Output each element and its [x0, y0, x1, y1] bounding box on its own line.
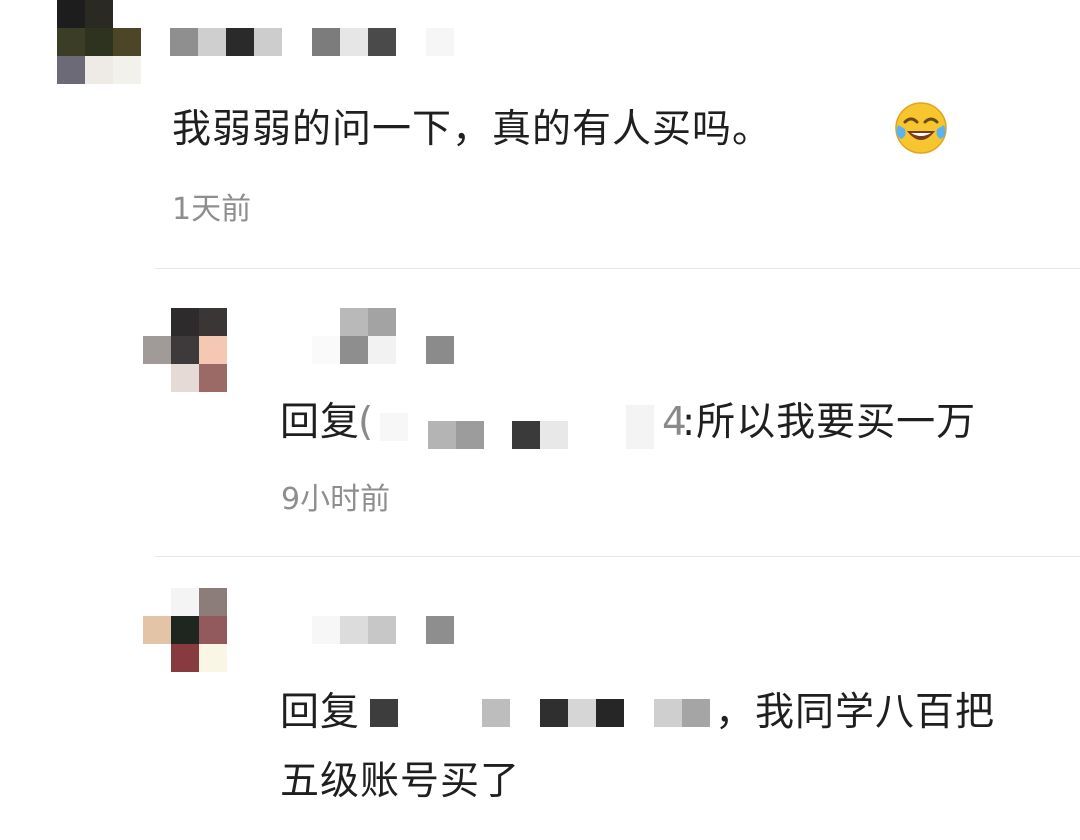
reply-text-line2: 五级账号买了 [280, 759, 521, 804]
reply-time: 9小时前 [281, 482, 391, 517]
comment-text: 我弱弱的问一下，真的有人买吗。 [172, 107, 773, 152]
username-redacted[interactable] [312, 616, 462, 644]
reply-paren: ( [358, 400, 375, 445]
reply-text-line1: ，我同学八百把 [715, 690, 996, 735]
divider [155, 556, 1080, 557]
reply-text: :所以我要买一万 [682, 400, 977, 445]
reply-prefix: 回复 [280, 400, 361, 445]
tears-of-joy-emoji-icon [895, 102, 947, 154]
mention-redacted[interactable] [358, 697, 718, 729]
comment-time: 1天前 [172, 192, 252, 227]
reply-prefix: 回复 [280, 690, 361, 735]
mention-redacted[interactable] [380, 405, 665, 450]
avatar[interactable] [57, 0, 141, 84]
username-redacted[interactable] [170, 28, 460, 56]
username-redacted[interactable] [312, 308, 462, 364]
avatar[interactable] [143, 308, 227, 392]
avatar[interactable] [143, 588, 227, 672]
divider [155, 268, 1080, 269]
